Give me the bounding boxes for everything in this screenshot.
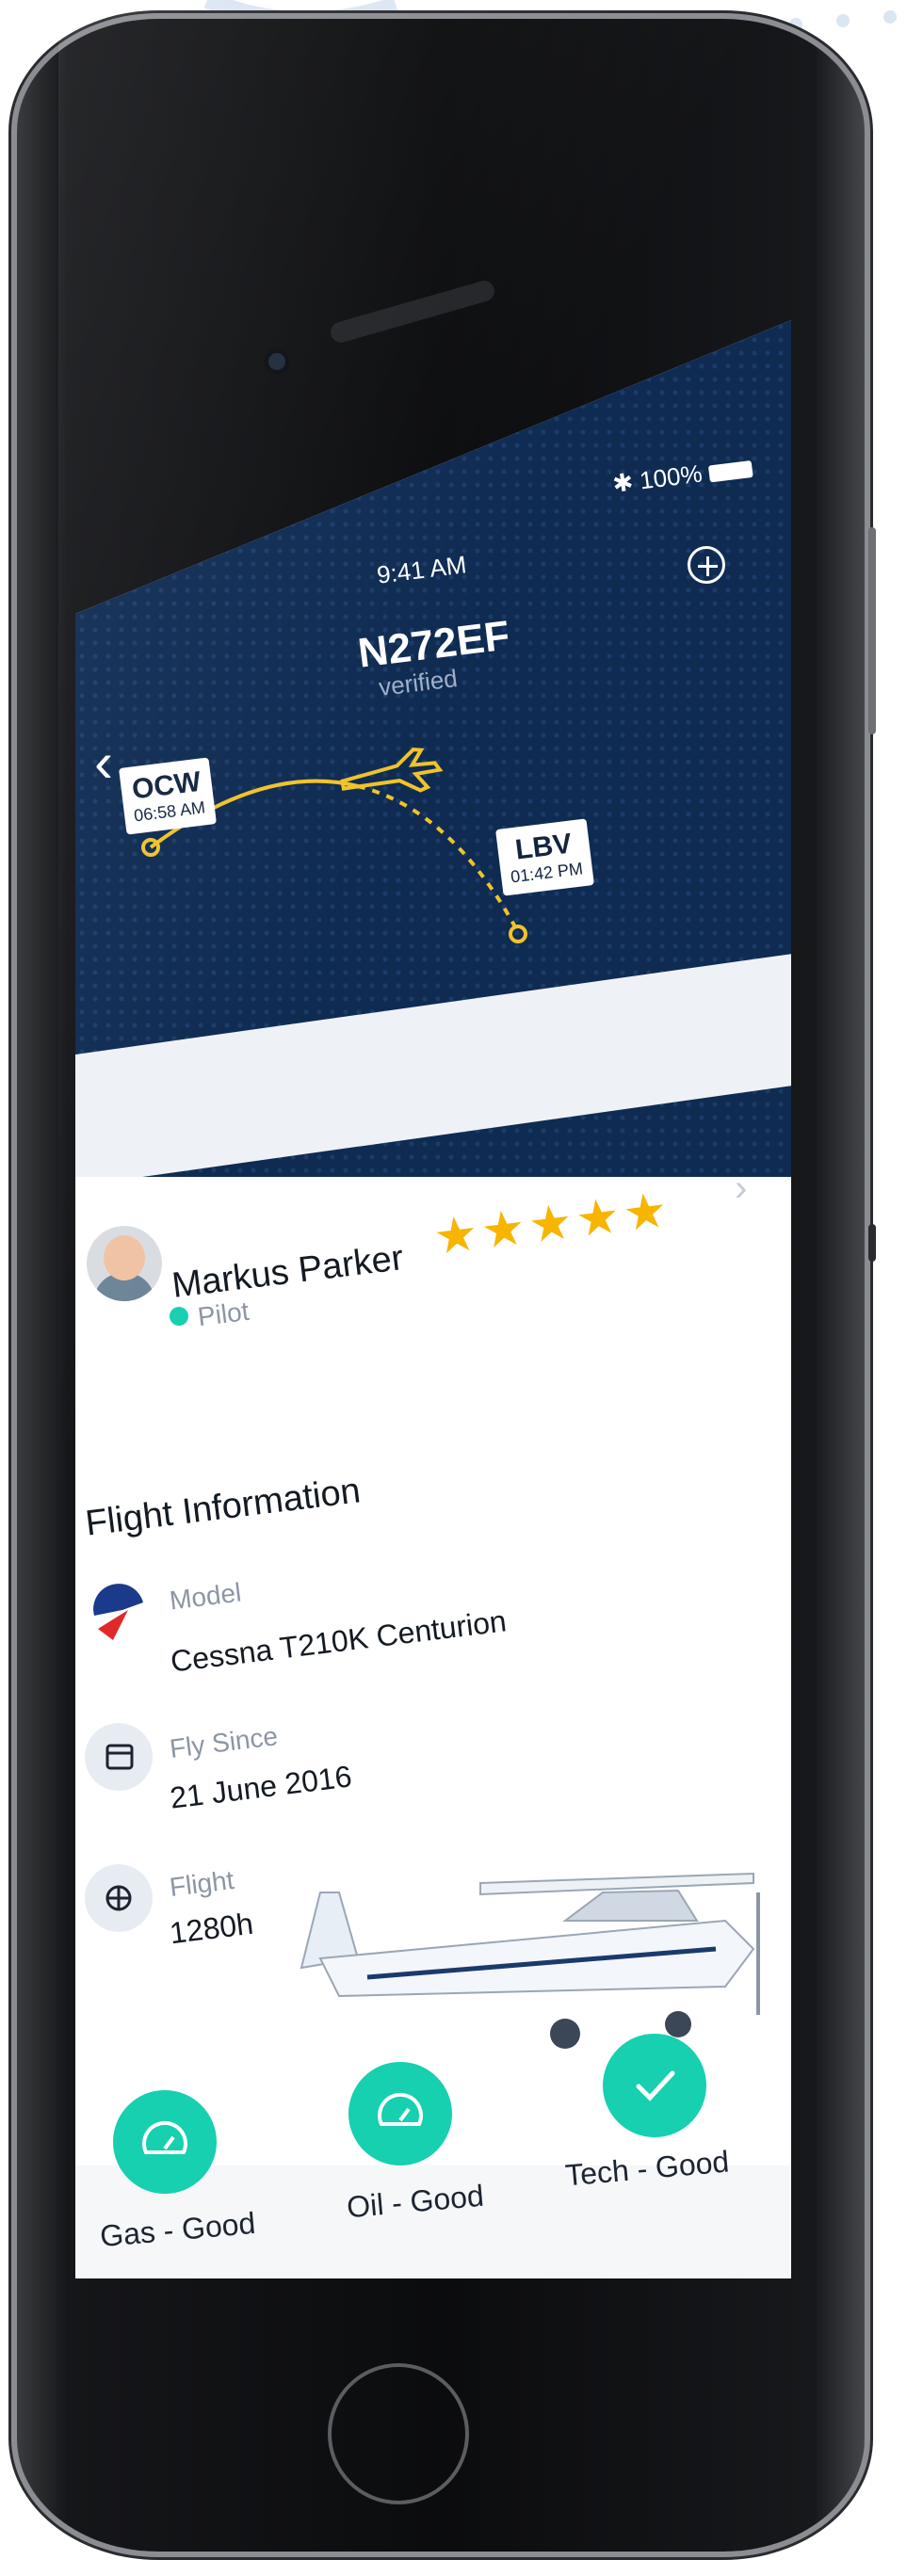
flight-information-heading: Flight Information [83, 1471, 363, 1544]
info-value-flight: 1280h [168, 1906, 255, 1951]
tech-status-button[interactable] [603, 2034, 706, 2137]
speaker-grill [328, 278, 497, 346]
front-camera [264, 348, 290, 375]
info-label-flight: Flight [168, 1864, 236, 1903]
tech-status-label: Tech - Good [563, 2144, 731, 2193]
signal-icon: ▂▄▆ [83, 533, 141, 569]
destination-marker [509, 925, 527, 943]
check-icon [636, 2070, 675, 2101]
route-map-header: ▂▄▆ 9:41 AM ✱ 100% ‹ N272EF verified OCW… [75, 320, 791, 1177]
calendar-icon [85, 1723, 153, 1791]
info-label-model: Model [168, 1577, 243, 1616]
info-value-fly-since: 21 June 2016 [168, 1759, 354, 1815]
gas-status-button[interactable] [113, 2090, 217, 2194]
verified-check-icon [170, 1307, 188, 1326]
route-dashed-line [357, 784, 520, 933]
info-label-fly-since: Fly Since [168, 1721, 280, 1763]
oil-status-button[interactable] [348, 2062, 452, 2165]
home-button[interactable] [328, 2363, 469, 2504]
gauge-icon [378, 2092, 423, 2126]
avatar [85, 1224, 164, 1303]
info-value-model: Cessna T210K Centurion [169, 1603, 509, 1679]
side-volume-button [868, 527, 876, 734]
app-screen: ▂▄▆ 9:41 AM ✱ 100% ‹ N272EF verified OCW… [75, 320, 791, 2278]
rating-stars: ★★★★★ [430, 1182, 674, 1266]
chevron-right-icon[interactable]: › [735, 1167, 747, 1210]
destination-airport-tag: LBV 01:42 PM [495, 818, 595, 896]
pilot-role: Pilot [196, 1296, 251, 1332]
gas-status-label: Gas - Good [98, 2205, 257, 2254]
signal-wifi-indicator: ▂▄▆ [83, 534, 141, 570]
origin-airport-tag: OCW 06:58 AM [119, 757, 218, 835]
phone-mockup: ▂▄▆ 9:41 AM ✱ 100% ‹ N272EF verified OCW… [17, 19, 876, 2552]
gauge-icon [142, 2120, 187, 2154]
airline-logo-icon [93, 1584, 143, 1640]
side-power-button [868, 1224, 876, 1262]
status-checks-bar: Gas - Good Oil - Good Tech - Good [75, 2034, 791, 2278]
propeller-icon [85, 1864, 153, 1932]
pilot-name: Markus Parker [170, 1238, 406, 1306]
oil-status-label: Oil - Good [345, 2178, 486, 2225]
airplane-icon [340, 748, 444, 793]
